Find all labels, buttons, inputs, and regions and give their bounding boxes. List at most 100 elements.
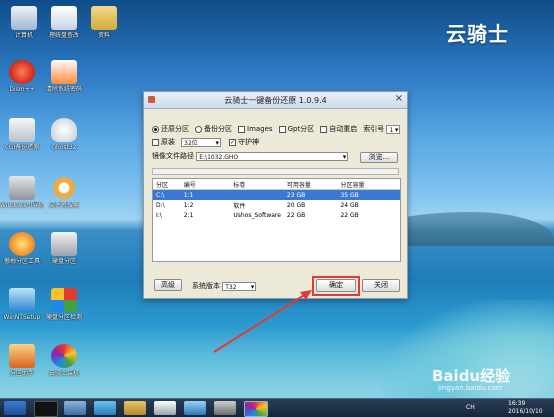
baidu-watermark: Baidu经验	[432, 367, 511, 385]
table-row[interactable]: I:\ 2:1 Ushos_Software 22 GB 22 GB	[153, 210, 400, 220]
radio-backup[interactable]: 备份分区	[195, 124, 232, 134]
cell: Ushos_Software	[233, 211, 281, 219]
folder-icon	[91, 6, 117, 30]
desktop-icon-computer[interactable]: 计算机	[2, 6, 46, 39]
checkbox-box	[152, 138, 159, 146]
desktop-icon-disk-partition[interactable]: 硬盘分区	[42, 232, 86, 265]
column-header: 分区容量	[340, 181, 365, 189]
yunqishi-taskbar-icon[interactable]	[244, 401, 268, 417]
windows-icon[interactable]	[94, 401, 116, 415]
desktop-icon-disk[interactable]: 理统盘查改	[42, 6, 86, 39]
desktop-icon-cgi[interactable]: CGI备份还原	[0, 118, 44, 151]
desktop-icon-disk-check[interactable]: 硬盘分区检测	[42, 288, 86, 321]
repair-icon	[9, 176, 35, 200]
checkbox-gpt-label: Gpt分区	[287, 125, 315, 133]
table-header: 分区 编号 标卷 可用容量 分区容量	[153, 179, 400, 190]
desktop-icon-label: 计算机	[14, 32, 33, 39]
sys-version-row: 系统版本 T32	[192, 281, 257, 292]
disk-check-icon	[51, 288, 77, 312]
window-title: 云骑士一键备份还原 1.0.9.4	[224, 96, 327, 105]
baidu-watermark-url: jingyan.baidu.com	[438, 384, 503, 392]
checkbox-images[interactable]: Images	[238, 125, 273, 133]
image-path-select[interactable]: E:\1032.GHO	[196, 151, 349, 162]
sys-version-input[interactable]: T32	[222, 281, 257, 292]
cell: 1:1	[183, 191, 194, 199]
checkbox-gpt[interactable]: Gpt分区	[278, 124, 315, 134]
disk-partition-icon	[51, 232, 77, 256]
checkbox-box	[238, 125, 245, 133]
app-window-icon[interactable]	[184, 401, 206, 415]
desktop-icon-dism[interactable]: Dism++	[0, 60, 44, 93]
checkbox-box	[320, 125, 328, 133]
partition-table: 分区 编号 标卷 可用容量 分区容量 C:\ 1:1 23 GB 35 GB D…	[152, 178, 401, 262]
computer-icon	[11, 6, 37, 30]
desktop-icon-label: 分区助手	[9, 370, 34, 377]
radio-restore-label: 还原分区	[161, 125, 189, 133]
index-input[interactable]: 1	[386, 124, 401, 135]
desktop-icon-winntsetup[interactable]: WinNTSetup	[0, 288, 44, 321]
table-row[interactable]: C:\ 1:1 23 GB 35 GB	[153, 190, 400, 200]
backup-icon	[9, 118, 35, 142]
desktop-icon-ghost[interactable]: Ghost32	[42, 118, 86, 151]
clock-date[interactable]: 2016/10/10	[508, 408, 543, 415]
close-button[interactable]: 关闭	[362, 279, 400, 292]
desktop-icon-label: 文件名搜索	[48, 202, 79, 209]
close-icon[interactable]: ×	[395, 93, 403, 104]
desktop-icon-label: 清除系统密码	[45, 86, 82, 93]
yunqishi-icon	[51, 344, 77, 368]
checkbox-guard-label: 守护神	[238, 138, 259, 146]
cell: 20 GB	[286, 201, 306, 209]
cell: 23 GB	[286, 191, 306, 199]
radio-backup-label: 备份分区	[204, 125, 232, 133]
cell: 35 GB	[340, 191, 359, 199]
gear-icon	[9, 60, 35, 84]
radio-dot	[195, 125, 202, 133]
bits-select[interactable]: 32位	[181, 137, 221, 148]
desktop-icon-partition-tool[interactable]: 傲梅分区工具	[0, 232, 44, 265]
folder-icon[interactable]	[124, 401, 146, 415]
sys-version-label: 系统版本	[192, 282, 220, 290]
index-field: 索引号 1	[363, 124, 401, 135]
backup-restore-window: 云骑士一键备份还原 1.0.9.4 × 还原分区 备份分区 Images Gpt…	[143, 91, 408, 299]
desktop-icon-clear-password[interactable]: 清除系统密码	[42, 60, 86, 93]
browse-button[interactable]: 浏览...	[360, 152, 398, 163]
desktop-icon-partition-assistant[interactable]: 分区助手	[0, 344, 44, 377]
language-indicator[interactable]: CH	[466, 404, 475, 411]
desktop-icon-label: 理统盘查改	[48, 32, 79, 39]
setup-icon	[9, 288, 35, 312]
desktop-icon-label: 硬盘分区检测	[45, 314, 82, 321]
desktop-icon-file-search[interactable]: 文件名搜索	[42, 176, 86, 209]
checkbox-guard[interactable]: ✓ 守护神	[229, 137, 259, 147]
progress-bar	[152, 168, 399, 175]
column-header: 可用容量	[286, 181, 311, 189]
desktop-icon-label: CGI备份还原	[4, 144, 40, 151]
cell: 1:2	[183, 201, 194, 209]
start-button[interactable]	[4, 401, 26, 415]
assistant-icon	[9, 344, 35, 368]
options-row-1: 还原分区 备份分区 Images Gpt分区 自动重启 索引号 1	[152, 124, 406, 135]
checkbox-original[interactable]: 原装	[152, 137, 175, 147]
checkbox-images-label: Images	[247, 125, 273, 133]
disk-icon	[51, 6, 77, 30]
clock-time[interactable]: 16:39	[508, 400, 525, 407]
column-header: 标卷	[233, 181, 246, 189]
radio-restore[interactable]: 还原分区	[152, 124, 189, 134]
explorer-icon[interactable]	[64, 401, 86, 415]
drive-icon[interactable]	[214, 401, 236, 415]
checkbox-original-label: 原装	[161, 138, 175, 146]
disk-icon[interactable]	[154, 401, 176, 415]
window-titlebar[interactable]: 云骑士一键备份还原 1.0.9.4 ×	[144, 92, 407, 109]
checkbox-box	[278, 125, 286, 133]
desktop-icon-yunqishi[interactable]: 云骑士装机	[42, 344, 86, 377]
desktop-icon-boot-repair[interactable]: Windows引导修复	[0, 176, 44, 209]
terminal-icon[interactable]	[34, 401, 58, 417]
desktop-icon-label: 傲梅分区工具	[3, 258, 40, 265]
cell: 22 GB	[340, 211, 359, 219]
advanced-button[interactable]: 高级	[154, 279, 182, 291]
checkbox-autoreboot[interactable]: 自动重启	[320, 124, 357, 134]
options-row-2: 原装 32位 ✓守护神	[152, 137, 265, 148]
desktop-icon-label: WinNTSetup	[3, 314, 41, 321]
desktop-icon-folder[interactable]: 资料	[82, 6, 126, 39]
ghost-icon	[51, 118, 77, 142]
table-row[interactable]: D:\ 1:2 软件 20 GB 24 GB	[153, 200, 400, 210]
